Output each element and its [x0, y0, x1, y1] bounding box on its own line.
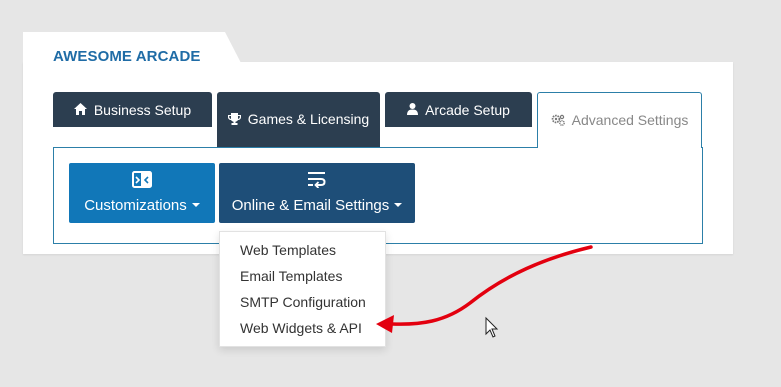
tab-advanced-settings[interactable]: Advanced Settings [537, 92, 702, 148]
online-email-settings-label: Online & Email Settings [219, 197, 415, 214]
user-icon [407, 100, 419, 120]
tab-games-licensing[interactable]: Games & Licensing [217, 92, 380, 147]
online-email-settings-button[interactable]: Online & Email Settings [219, 163, 415, 223]
menu-item-web-templates[interactable]: Web Templates [220, 237, 385, 263]
caret-down-icon [394, 203, 403, 207]
tab-arcade-setup[interactable]: Arcade Setup [385, 92, 532, 127]
tab-label-wrap: Advanced Settings [551, 110, 689, 131]
menu-item-web-widgets-api[interactable]: Web Widgets & API [220, 315, 385, 341]
mouse-cursor-icon [485, 316, 499, 338]
annotation-arrow [390, 245, 593, 326]
gears-icon [551, 111, 565, 131]
tab-label: Games & Licensing [247, 111, 370, 127]
customize-icon [69, 171, 215, 190]
online-email-dropdown-menu: Web Templates Email Templates SMTP Confi… [219, 231, 386, 347]
menu-item-email-templates[interactable]: Email Templates [220, 263, 385, 289]
app-title: AWESOME ARCADE [53, 48, 201, 65]
wrap-arrow-icon [219, 171, 415, 188]
tab-label: Advanced Settings [571, 112, 689, 128]
caret-down-icon [191, 203, 200, 207]
customizations-button[interactable]: Customizations [69, 163, 215, 223]
tab-label: Arcade Setup [425, 101, 510, 118]
tab-label-wrap: Games & Licensing [227, 109, 370, 130]
tab-business-setup[interactable]: Business Setup [53, 92, 212, 127]
customizations-label: Customizations [69, 197, 215, 214]
trophy-icon [227, 110, 241, 130]
menu-item-smtp-configuration[interactable]: SMTP Configuration [220, 289, 385, 315]
tab-label: Business Setup [93, 101, 192, 118]
home-icon [73, 100, 87, 120]
